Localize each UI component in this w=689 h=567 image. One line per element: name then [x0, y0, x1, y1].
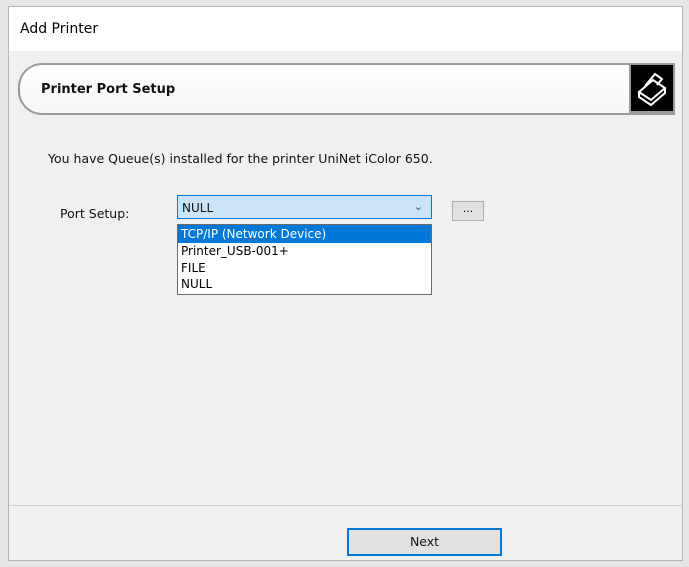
add-printer-window: Add Printer Printer Port Setup You have …	[8, 6, 683, 561]
chevron-down-icon: ⌄	[413, 200, 423, 213]
queue-message: You have Queue(s) installed for the prin…	[48, 151, 433, 166]
title-bar: Add Printer	[9, 7, 682, 51]
port-setup-label: Port Setup:	[60, 206, 130, 221]
next-button[interactable]: Next	[347, 528, 502, 556]
port-setup-select[interactable]: NULL ⌄	[177, 195, 432, 219]
port-option[interactable]: TCP/IP (Network Device)	[178, 225, 431, 243]
port-option[interactable]: NULL	[178, 276, 431, 293]
browse-button[interactable]: ...	[452, 201, 484, 221]
step-title: Printer Port Setup	[41, 82, 176, 97]
step-banner: Printer Port Setup	[18, 63, 675, 115]
footer-divider	[9, 505, 682, 506]
port-option[interactable]: Printer_USB-001+	[178, 243, 431, 260]
port-option[interactable]: FILE	[178, 260, 431, 277]
printer-icon	[629, 63, 675, 113]
window-title: Add Printer	[20, 21, 99, 37]
port-options-list: TCP/IP (Network Device) Printer_USB-001+…	[177, 224, 432, 295]
port-setup-value: NULL	[182, 201, 214, 215]
